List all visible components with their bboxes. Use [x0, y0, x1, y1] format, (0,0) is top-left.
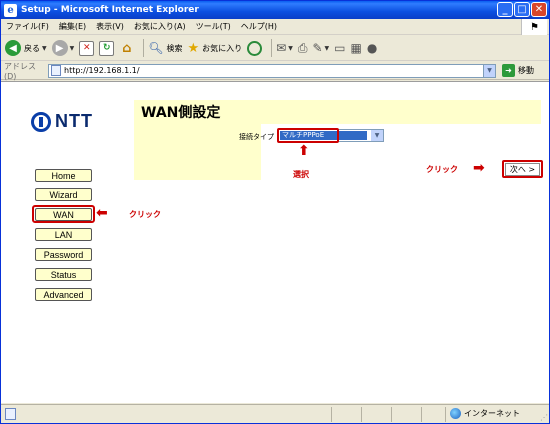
- discuss-button[interactable]: ▭: [334, 41, 345, 55]
- research-button[interactable]: ▦: [350, 41, 361, 55]
- status-bar: インターネット ⋰: [1, 404, 549, 423]
- search-label: 検索: [166, 43, 183, 53]
- select-highlight-box: [277, 128, 339, 143]
- stop-icon: ✕: [79, 40, 95, 56]
- history-icon: [247, 40, 263, 56]
- folder-icon: ▭: [334, 41, 346, 55]
- search-icon: 🔍︎: [148, 41, 164, 55]
- status-divider: [331, 407, 332, 422]
- toolbar-divider: [271, 39, 273, 57]
- globe-icon: [450, 408, 461, 419]
- page-icon: [5, 408, 16, 420]
- nav-advanced-button[interactable]: Advanced: [35, 288, 92, 301]
- click-annotation-wan: クリック: [129, 210, 161, 219]
- search-button[interactable]: 🔍︎ 検索: [148, 41, 182, 55]
- stop-button[interactable]: ✕: [79, 40, 95, 56]
- menu-bar: ファイル(F) 編集(E) 表示(V) お気に入り(A) ツール(T) ヘルプ(…: [1, 19, 549, 35]
- refresh-button[interactable]: ↻: [99, 40, 115, 56]
- chevron-down-icon[interactable]: ▼: [42, 45, 47, 52]
- ie-icon: e: [4, 3, 17, 17]
- toolbar: ◀ 戻る ▼ ▶ ▼ ✕ ↻ ⌂ 🔍︎ 検索 ★ お気に入り ✉ ▼ ⎙ ✎ ▼…: [1, 36, 549, 61]
- edit-icon: ✎: [312, 41, 323, 55]
- menu-edit[interactable]: 編集(E): [54, 21, 91, 32]
- nav-lan-button[interactable]: LAN: [35, 228, 92, 241]
- forward-arrow-icon: ▶: [51, 40, 68, 56]
- forward-button[interactable]: ▶ ▼: [51, 40, 75, 56]
- minimize-button[interactable]: _: [497, 2, 513, 17]
- maximize-button[interactable]: □: [514, 2, 530, 17]
- zone-label: インターネット: [464, 409, 520, 418]
- menu-help[interactable]: ヘルプ(H): [236, 21, 282, 32]
- arrow-right-icon: ➡: [473, 160, 485, 176]
- chevron-down-icon[interactable]: ▼: [371, 130, 383, 141]
- status-divider: [361, 407, 362, 422]
- status-divider: [391, 407, 392, 422]
- back-arrow-icon: ◀: [5, 40, 21, 56]
- favorites-button[interactable]: ★ お気に入り: [187, 41, 242, 56]
- menu-tools[interactable]: ツール(T): [191, 21, 236, 32]
- refresh-icon: ↻: [99, 40, 115, 56]
- resize-grip-icon[interactable]: ⋰: [540, 413, 548, 422]
- home-icon: ⌂: [122, 40, 132, 56]
- mail-icon: ✉: [276, 41, 287, 55]
- messenger-icon: ●: [366, 41, 378, 55]
- click-annotation-next: クリック: [426, 165, 458, 174]
- page-content: NTT WAN側設定 接続タイプ マルチPPPoE ▼ ⬆ 選択 クリック ➡ …: [1, 81, 549, 403]
- back-button[interactable]: ◀ 戻る ▼: [5, 40, 47, 56]
- select-annotation: 選択: [293, 170, 309, 179]
- print-button[interactable]: ⎙: [298, 41, 308, 56]
- menu-file[interactable]: ファイル(F): [1, 21, 54, 32]
- chevron-down-icon[interactable]: ▼: [288, 45, 293, 52]
- address-input[interactable]: http://192.168.1.1/ ▼: [48, 63, 496, 78]
- ntt-logo: NTT: [31, 111, 93, 132]
- wan-highlight-box: [32, 205, 95, 223]
- go-button[interactable]: ➜ 移動: [502, 64, 534, 77]
- window-title: Setup - Microsoft Internet Explorer: [21, 5, 199, 15]
- home-button[interactable]: ⌂: [119, 41, 134, 56]
- menu-view[interactable]: 表示(V): [91, 21, 129, 32]
- address-label: アドレス(D): [4, 61, 36, 81]
- nav-status-button[interactable]: Status: [35, 268, 92, 281]
- go-label: 移動: [518, 66, 534, 75]
- status-divider: [445, 407, 446, 422]
- status-divider: [421, 407, 422, 422]
- favorites-label: お気に入り: [202, 43, 243, 53]
- star-icon: ★: [187, 40, 200, 56]
- nav-password-button[interactable]: Password: [35, 248, 92, 261]
- windows-logo-icon: ⚑: [521, 19, 547, 35]
- chevron-down-icon[interactable]: ▼: [325, 45, 330, 52]
- address-dropdown-icon[interactable]: ▼: [483, 64, 495, 77]
- connection-type-label: 接続タイプ: [239, 133, 274, 141]
- nav-home-button[interactable]: Home: [35, 169, 92, 182]
- address-url[interactable]: http://192.168.1.1/: [64, 66, 140, 75]
- address-bar: アドレス(D) http://192.168.1.1/ ▼ ➜ 移動: [1, 61, 549, 81]
- page-title: WAN側設定: [141, 105, 221, 121]
- title-bar[interactable]: e Setup - Microsoft Internet Explorer _ …: [1, 1, 549, 19]
- printer-icon: ⎙: [297, 40, 308, 55]
- messenger-button[interactable]: ●: [367, 41, 377, 55]
- close-button[interactable]: ✕: [531, 2, 547, 17]
- nav-wizard-button[interactable]: Wizard: [35, 188, 92, 201]
- browser-window: e Setup - Microsoft Internet Explorer _ …: [0, 0, 550, 424]
- ntt-logo-mark-icon: [31, 111, 51, 132]
- toolbar-divider: [143, 39, 145, 57]
- page-icon: [51, 65, 61, 76]
- security-zone: インターネット: [450, 408, 520, 419]
- research-icon: ▦: [350, 41, 362, 55]
- arrow-up-icon: ⬆: [298, 143, 310, 159]
- back-label: 戻る: [24, 43, 40, 53]
- chevron-down-icon[interactable]: ▼: [70, 45, 75, 52]
- next-button[interactable]: 次へ >: [505, 163, 540, 176]
- go-arrow-icon: ➜: [502, 64, 515, 77]
- ntt-logo-text: NTT: [55, 111, 93, 131]
- history-button[interactable]: [247, 40, 263, 56]
- menu-favorites[interactable]: お気に入り(A): [129, 21, 191, 32]
- arrow-left-icon: ⬅: [96, 205, 108, 221]
- edit-button[interactable]: ✎ ▼: [312, 41, 329, 55]
- mail-button[interactable]: ✉ ▼: [276, 41, 293, 55]
